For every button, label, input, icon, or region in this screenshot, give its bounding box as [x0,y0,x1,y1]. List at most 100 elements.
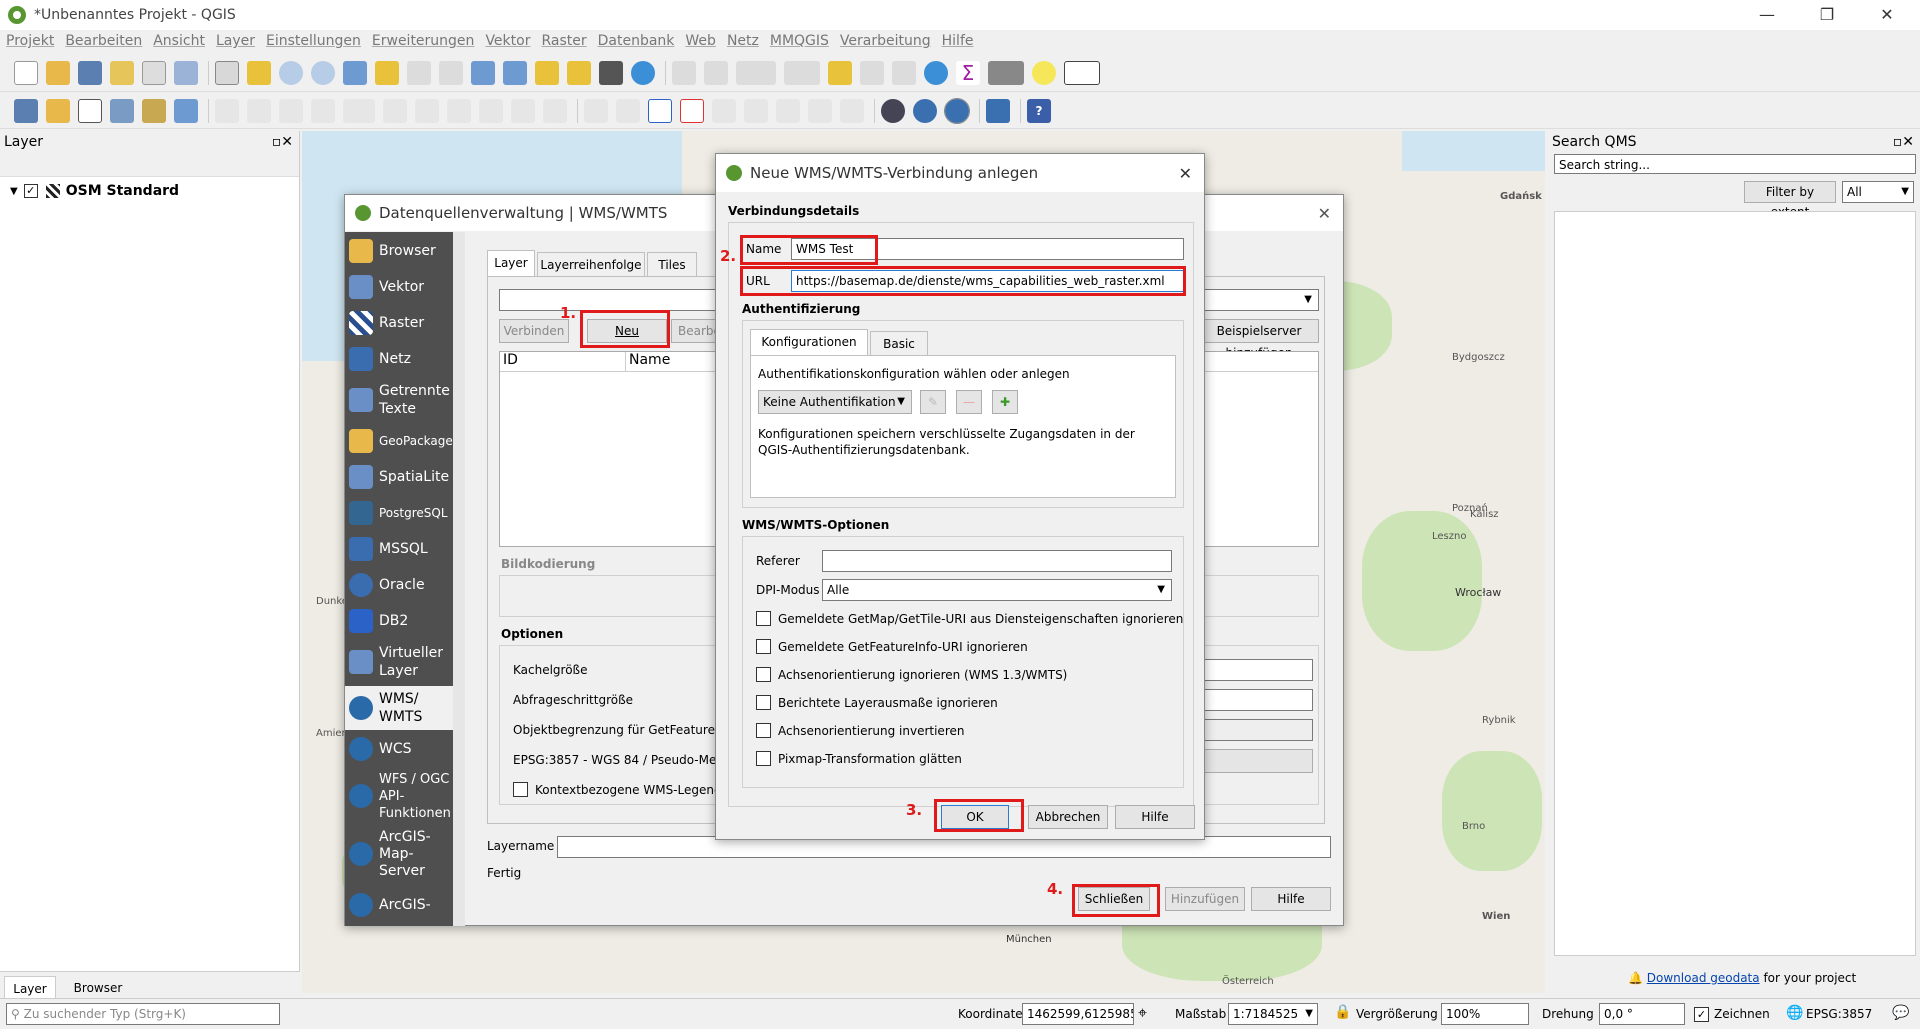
tab-layerreihenfolge[interactable]: Layerreihenfolge [537,252,645,276]
save-edits-icon[interactable] [279,98,303,123]
delete-selected-icon[interactable] [383,98,407,123]
menu-mmqgis[interactable]: MMQGIS [770,33,829,49]
print-layout-icon[interactable] [142,60,166,85]
remove-auth-button[interactable]: — [956,390,982,414]
select-features-icon[interactable] [736,60,776,85]
undo-icon[interactable] [511,98,535,123]
paste-icon[interactable] [479,98,503,123]
help-icon[interactable]: ? [1027,98,1051,123]
ignore-extents-checkbox[interactable] [756,695,771,710]
identify-icon[interactable] [672,60,696,85]
toggle-editing-icon[interactable] [247,98,271,123]
digitize-icon[interactable] [311,98,335,123]
new-spatialite-icon[interactable] [110,98,134,123]
new-virtual-layer-icon[interactable] [174,98,198,123]
new-project-icon[interactable] [14,60,38,85]
qms-settings-icon[interactable] [944,97,970,124]
add-default-servers-button[interactable]: Beispielserver hinzufügen [1199,319,1319,360]
label-toolbar-icon[interactable] [584,98,608,123]
field-calculator-icon[interactable] [892,60,916,85]
copy-icon[interactable] [447,98,471,123]
menu-ansicht[interactable]: Ansicht [153,33,205,49]
rotation-input[interactable]: 0,0 ° [1599,1003,1685,1025]
refresh-icon[interactable] [631,60,655,85]
menu-erweiterungen[interactable]: Erweiterungen [372,33,475,49]
python-console-icon[interactable] [986,98,1010,123]
auth-config-select[interactable]: Keine Authentifikation ▼ [758,390,912,414]
sidebar-item-arcgis-feature[interactable]: ArcGIS- [345,888,453,922]
select-value-icon[interactable] [784,60,820,85]
render-checkbox[interactable]: ✓ [1694,1007,1709,1022]
sidebar-item-virtual-layer[interactable]: Virtueller Layer [345,640,453,684]
menu-bearbeiten[interactable]: Bearbeiten [65,33,142,49]
sidebar-item-raster[interactable]: Raster [345,306,453,340]
rotate-label-icon[interactable] [808,98,832,123]
menu-layer[interactable]: Layer [216,33,255,49]
sidebar-item-mssql[interactable]: MSSQL [345,532,453,566]
zoom-in-icon[interactable] [279,60,303,85]
diagram-icon[interactable] [616,98,640,123]
layout-manager-icon[interactable] [174,60,198,85]
text-annotation-icon[interactable] [1064,60,1100,85]
bookmark-icon[interactable] [567,60,591,85]
invert-axis-checkbox[interactable] [756,723,771,738]
menu-projekt[interactable]: Projekt [6,33,54,49]
add-button[interactable]: Hinzufügen [1165,887,1245,911]
sidebar-item-spatialite[interactable]: SpatiaLite [345,460,453,494]
measure-icon[interactable] [988,60,1024,85]
show-bookmarks-icon[interactable] [599,60,623,85]
new-geopackage-icon[interactable] [46,98,70,123]
statistics-icon[interactable]: Σ [956,60,980,85]
tab-layer[interactable]: Layer [487,250,535,276]
attribute-table-icon[interactable] [860,60,884,85]
qms-filter-select[interactable]: All ▼ [1842,181,1914,203]
redo-icon[interactable] [543,98,567,123]
sidebar-item-delimited-text[interactable]: Getrennte Texte [345,378,453,422]
pan-icon[interactable] [215,60,239,85]
filter-by-extent-button[interactable]: Filter by extent [1744,181,1836,219]
deselect-icon[interactable] [828,60,852,85]
sidebar-item-wms-wmts[interactable]: WMS/ WMTS [345,686,453,730]
expand-arrow-icon[interactable]: ▼ [10,186,18,197]
sidebar-item-wcs[interactable]: WCS [345,732,453,766]
menu-raster[interactable]: Raster [541,33,586,49]
move-label-icon[interactable] [776,98,800,123]
zoom-next-icon[interactable] [503,60,527,85]
vertex-tool-icon[interactable] [343,98,375,123]
dpi-select[interactable]: Alle ▼ [822,579,1172,601]
close-icon[interactable]: ✕ [1179,164,1192,183]
sidebar-item-browser[interactable]: Browser [345,234,453,268]
abc-label-icon[interactable] [680,98,704,123]
data-source-manager-icon[interactable] [14,98,38,123]
label-highlight-icon[interactable] [648,98,672,123]
menu-hilfe[interactable]: Hilfe [942,33,974,49]
menu-verarbeitung[interactable]: Verarbeitung [840,33,931,49]
col-name[interactable]: Name [626,352,670,371]
layer-row[interactable]: ▼ ✓ OSM Standard [10,183,179,199]
locator-search-input[interactable]: ⚲ Zu suchender Typ (Strg+K) [6,1003,280,1025]
edit-auth-button[interactable]: ✎ [920,390,946,414]
menu-datenbank[interactable]: Datenbank [598,33,675,49]
lock-scale-icon[interactable]: 🔒 [1334,1004,1351,1020]
smooth-pixmap-checkbox[interactable] [756,751,771,766]
ignore-getfeatureinfo-checkbox[interactable] [756,639,771,654]
zoom-selection-icon[interactable] [375,60,399,85]
col-id[interactable]: ID [500,352,626,371]
cancel-button[interactable]: Abbrechen [1028,805,1108,829]
add-auth-button[interactable]: ✚ [992,390,1018,414]
maximize-button[interactable]: ❐ [1804,0,1850,30]
save-project-icon[interactable] [78,60,102,85]
sidebar-item-netz[interactable]: Netz [345,342,453,376]
zoom-full-icon[interactable] [343,60,367,85]
qms-search-icon[interactable] [913,98,937,123]
sidebar-scrollbar[interactable] [453,232,465,926]
show-hide-labels-icon[interactable] [744,98,768,123]
zoom-layer-icon[interactable] [407,60,431,85]
help-button[interactable]: Hilfe [1251,887,1331,911]
change-label-icon[interactable] [840,98,864,123]
menu-vektor[interactable]: Vektor [485,33,530,49]
open-project-icon[interactable] [46,60,70,85]
ignore-getmap-checkbox[interactable] [756,611,771,626]
sidebar-item-db2[interactable]: DB2 [345,604,453,638]
coordinate-input[interactable]: 1462599,6125985 [1022,1003,1134,1025]
